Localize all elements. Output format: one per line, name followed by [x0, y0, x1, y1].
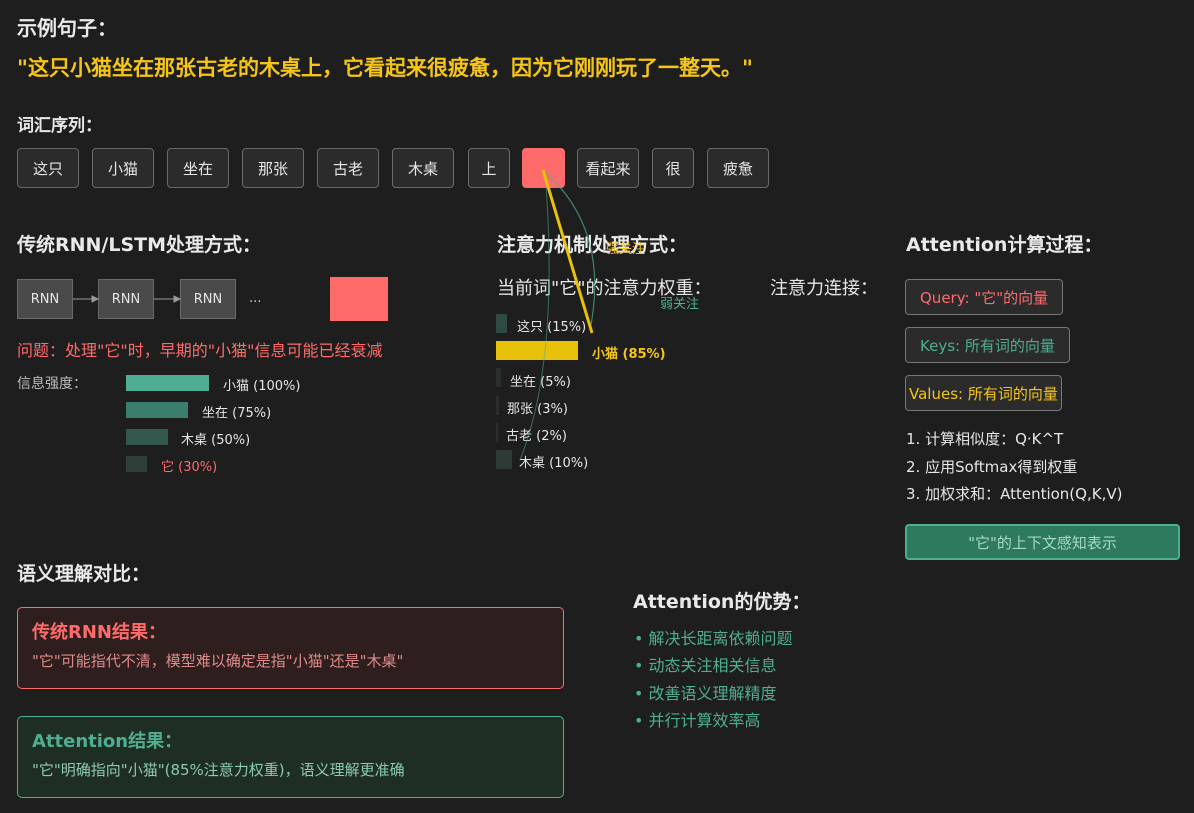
attention-result-title: Attention结果：: [32, 731, 183, 752]
process-step: 2. 应用Softmax得到权重: [906, 458, 1078, 476]
rnn-result-card: 传统RNN结果： "它"可能指代不清，模型难以确定是指"小猫"还是"木桌": [17, 607, 564, 689]
values-box: Values: 所有词的向量: [905, 375, 1062, 411]
context-output-box: "它"的上下文感知表示: [905, 524, 1180, 560]
rnn-result-title: 传统RNN结果：: [32, 622, 166, 643]
keys-box: Keys: 所有词的向量: [905, 327, 1070, 363]
process-step: 1. 计算相似度：Q·K^T: [906, 430, 1064, 448]
process-step: 3. 加权求和：Attention(Q,K,V): [906, 485, 1123, 503]
weak-attention-line: [519, 171, 550, 461]
advantage-item: • 并行计算效率高: [634, 711, 761, 730]
comparison-section-title: 语义理解对比：: [17, 563, 151, 585]
rnn-result-desc: "它"可能指代不清，模型难以确定是指"小猫"还是"木桌": [32, 652, 404, 670]
advantage-item: • 动态关注相关信息: [634, 656, 777, 675]
weak-attention-label: 弱关注: [660, 297, 700, 312]
attention-result-card: Attention结果： "它"明确指向"小猫"(85%注意力权重)，语义理解更…: [17, 716, 564, 798]
process-section-title: Attention计算过程：: [906, 234, 1103, 256]
strong-attention-label: 强关注: [606, 242, 646, 257]
advantages-title: Attention的优势：: [633, 591, 811, 613]
attention-result-desc: "它"明确指向"小猫"(85%注意力权重)，语义理解更准确: [32, 761, 405, 779]
advantage-item: • 解决长距离依赖问题: [634, 629, 793, 648]
advantage-item: • 改善语义理解精度: [634, 684, 777, 703]
weak-attention-line: [544, 171, 596, 331]
query-box: Query: "它"的向量: [905, 279, 1064, 315]
strong-attention-line: [541, 169, 594, 334]
